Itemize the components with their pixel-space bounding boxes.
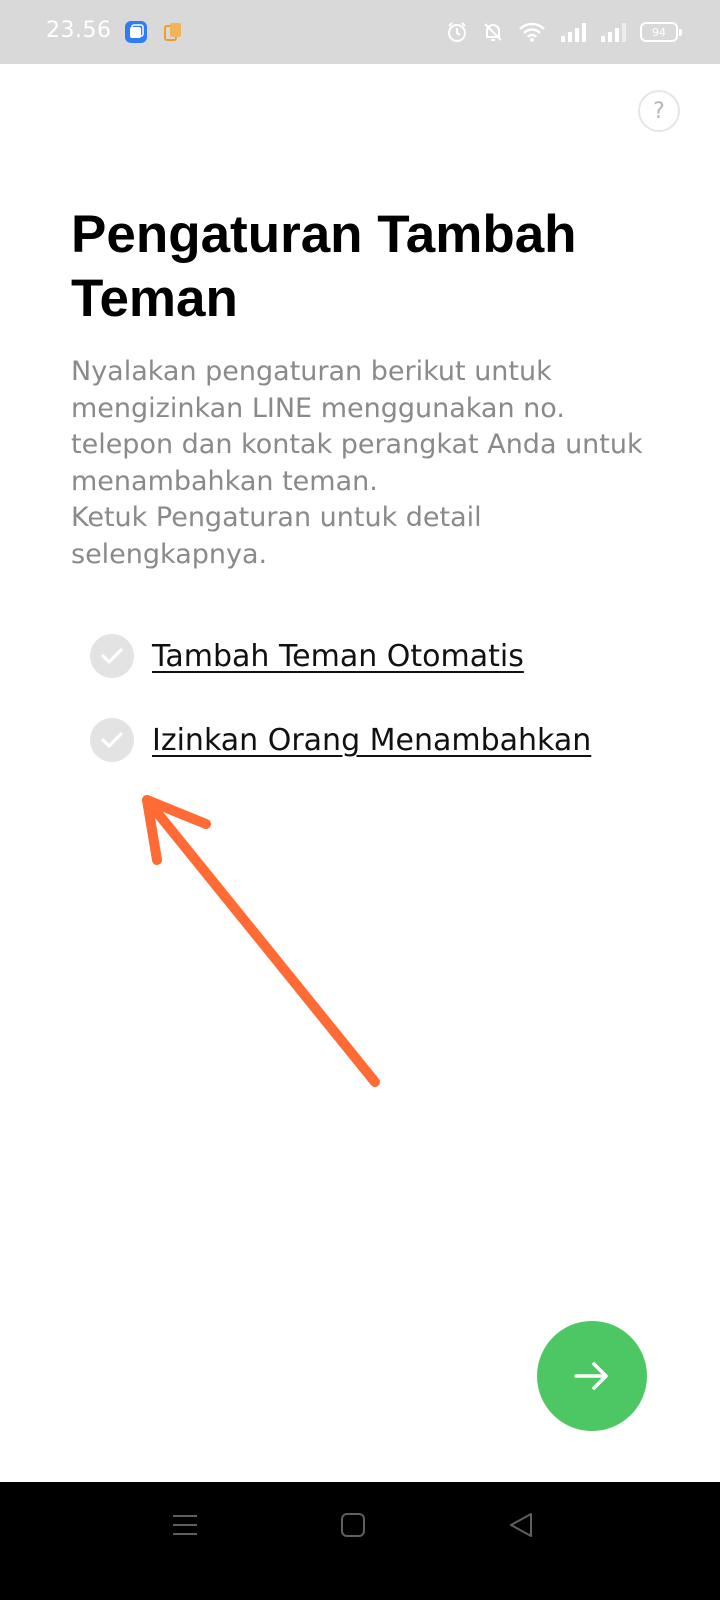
check-icon[interactable]	[90, 718, 134, 762]
next-button[interactable]	[537, 1321, 647, 1431]
app-notification-icon	[125, 21, 147, 43]
setting-auto-add-friends[interactable]: Tambah Teman Otomatis	[90, 634, 524, 678]
page-description: Nyalakan pengaturan berikut untuk mengiz…	[71, 356, 643, 570]
setting-auto-add-friends-link[interactable]: Tambah Teman Otomatis	[152, 639, 524, 674]
status-time: 23.56	[46, 18, 112, 43]
mute-icon	[484, 23, 502, 41]
annotation-arrow-icon	[142, 795, 380, 1087]
navigation-bar	[0, 1482, 720, 1600]
help-button[interactable]: ?	[638, 90, 680, 132]
status-indicators: 94	[446, 18, 682, 46]
signal-icon	[561, 23, 586, 42]
signal-icon-2	[601, 23, 626, 42]
copy-notification-icon	[164, 23, 181, 41]
home-icon[interactable]	[340, 1512, 366, 1538]
arrow-right-icon	[574, 1362, 608, 1390]
battery-icon: 94	[640, 22, 682, 42]
setting-allow-others-to-add-link[interactable]: Izinkan Orang Menambahkan	[152, 723, 591, 758]
battery-level: 94	[652, 25, 666, 39]
setting-allow-others-to-add[interactable]: Izinkan Orang Menambahkan	[90, 718, 591, 762]
wifi-icon	[519, 22, 545, 42]
menu-icon[interactable]	[172, 1512, 198, 1538]
page-title: Pengaturan Tambah Teman	[71, 205, 577, 328]
help-icon: ?	[653, 98, 665, 124]
back-icon[interactable]	[508, 1511, 534, 1539]
check-icon[interactable]	[90, 634, 134, 678]
status-bar: 23.56 94	[0, 0, 720, 64]
alarm-icon	[448, 22, 466, 42]
